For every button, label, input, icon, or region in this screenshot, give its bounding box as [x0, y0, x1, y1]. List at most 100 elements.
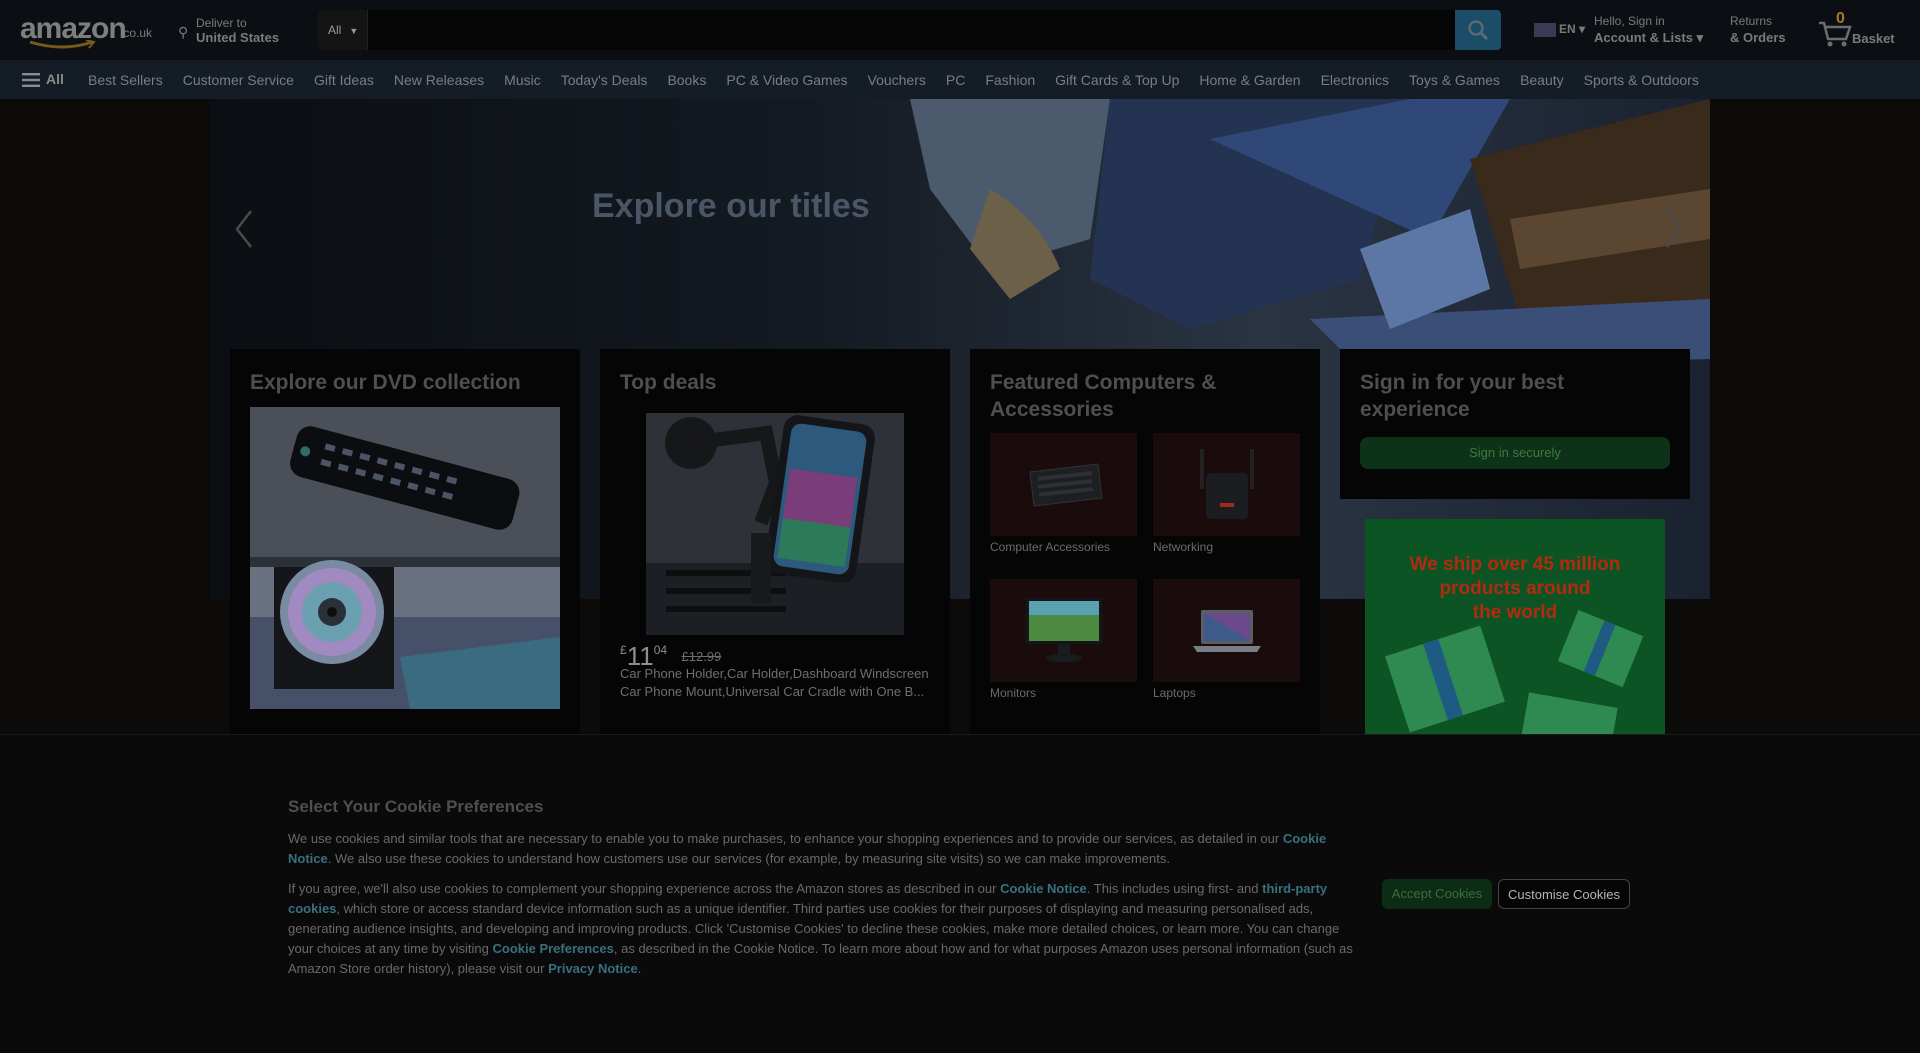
chevron-down-icon: ▾ [1696, 30, 1704, 45]
cookie-preferences-link[interactable]: Cookie Preferences [492, 941, 613, 956]
language-selector[interactable]: EN ▾ [1534, 22, 1585, 37]
carousel-prev-button[interactable] [226, 199, 262, 259]
search-category-label: All [328, 23, 342, 37]
tile-laptops[interactable]: Laptops [1153, 579, 1300, 700]
search-category-select[interactable]: All ▼ [318, 10, 368, 50]
cookie-text: . This includes using first- and [1086, 881, 1263, 896]
search-button[interactable] [1455, 10, 1501, 50]
customise-cookies-button[interactable]: Customise Cookies [1498, 879, 1630, 909]
account-greeting: Hello, Sign in [1594, 14, 1665, 28]
nav-item-beauty[interactable]: Beauty [1520, 72, 1564, 88]
hamburger-icon [22, 73, 40, 88]
dvd-remote-image [250, 407, 560, 709]
nav-item-todays-deals[interactable]: Today's Deals [561, 72, 648, 88]
main-nav: All Best Sellers Customer Service Gift I… [0, 60, 1920, 99]
keyboard-icon [990, 433, 1137, 536]
chevron-down-icon: ▾ [1579, 22, 1586, 36]
cookie-text: . We also use these cookies to understan… [327, 851, 1170, 866]
nav-item-best-sellers[interactable]: Best Sellers [88, 72, 163, 88]
logo-tld: .co.uk [120, 26, 153, 40]
privacy-notice-link[interactable]: Privacy Notice [548, 961, 638, 976]
basket[interactable]: 0 Basket [1818, 10, 1918, 50]
chevron-right-icon [1666, 210, 1683, 248]
nav-item-gift-cards[interactable]: Gift Cards & Top Up [1055, 72, 1179, 88]
flag-icon [1534, 22, 1556, 37]
boxes-illustration [1385, 609, 1644, 734]
router-icon [1153, 433, 1300, 536]
monitor-icon [990, 579, 1137, 682]
chevron-down-icon: ▼ [349, 26, 359, 36]
cookie-text: . [637, 961, 642, 976]
phone-holder-image [646, 413, 904, 635]
nav-item-home-garden[interactable]: Home & Garden [1199, 72, 1300, 88]
accept-cookies-button[interactable]: Accept Cookies [1382, 879, 1492, 909]
sign-in-button[interactable]: Sign in securely [1360, 437, 1670, 469]
carousel-next-button[interactable] [1656, 199, 1692, 259]
cookie-text-block: Select Your Cookie Preferences We use co… [288, 797, 1353, 989]
nav-item-toys-games[interactable]: Toys & Games [1409, 72, 1500, 88]
tile-label: Networking [1153, 540, 1214, 554]
laptop-icon [1153, 579, 1300, 682]
nav-item-customer-service[interactable]: Customer Service [183, 72, 294, 88]
search-icon [1468, 20, 1489, 41]
location-pin-icon: ⚲ [178, 24, 189, 40]
nav-item-fashion[interactable]: Fashion [985, 72, 1035, 88]
all-menu-button[interactable]: All [22, 60, 64, 99]
computers-card-title[interactable]: Featured Computers & Accessories [990, 369, 1300, 423]
featured-computers-card: Featured Computers & Accessories Compute… [970, 349, 1320, 734]
language-label: EN [1559, 22, 1576, 36]
top-deals-card: Top deals £1104 £12.99 Car Phone Holder,… [600, 349, 950, 734]
chevron-left-icon [235, 210, 252, 248]
dvd-collection-image[interactable] [250, 407, 560, 709]
returns-orders[interactable]: Returns & Orders [1730, 14, 1786, 45]
nav-item-pc[interactable]: PC [946, 72, 965, 88]
tile-computer-accessories[interactable]: Computer Accessories [990, 433, 1137, 554]
nav-item-vouchers[interactable]: Vouchers [868, 72, 926, 88]
all-menu-label: All [46, 71, 64, 87]
tile-label: Computer Accessories [990, 540, 1111, 554]
tile-label: Laptops [1153, 686, 1196, 700]
hero-title: Explore our titles [592, 187, 870, 225]
top-header: amazon .co.uk ⚲ Deliver to United States… [0, 0, 1920, 60]
nav-item-music[interactable]: Music [504, 72, 541, 88]
amazon-logo[interactable]: amazon .co.uk [20, 10, 160, 50]
cookie-text: If you agree, we'll also use cookies to … [288, 881, 1001, 896]
shipping-promo-banner[interactable]: We ship over 45 million products around … [1365, 519, 1665, 734]
tile-networking[interactable]: Networking [1153, 433, 1300, 554]
search-input[interactable] [369, 10, 1449, 50]
cookie-notice-link[interactable]: Cookie Notice [1000, 881, 1087, 896]
basket-label: Basket [1852, 31, 1895, 46]
nav-item-gift-ideas[interactable]: Gift Ideas [314, 72, 374, 88]
nav-item-electronics[interactable]: Electronics [1321, 72, 1389, 88]
cookie-text: We use cookies and similar tools that ar… [288, 831, 1283, 846]
search-bar: All ▼ [318, 10, 1501, 50]
cart-icon [1819, 21, 1852, 47]
sign-in-title: Sign in for your best experience [1360, 371, 1565, 421]
car-phone-holder-image[interactable] [646, 413, 904, 635]
top-deals-title[interactable]: Top deals [620, 369, 930, 396]
tile-label: Monitors [990, 686, 1037, 700]
nav-item-pc-video-games[interactable]: PC & Video Games [726, 72, 847, 88]
price-old: £12.99 [681, 649, 722, 664]
dvd-card-title[interactable]: Explore our DVD collection [250, 369, 560, 396]
deliver-label: Deliver to [196, 16, 247, 30]
nav-links: Best Sellers Customer Service Gift Ideas… [88, 60, 1699, 99]
cookie-paragraph-2: If you agree, we'll also use cookies to … [288, 879, 1353, 979]
sign-in-card: Sign in for your best experience Sign in… [1340, 349, 1690, 499]
nav-item-new-releases[interactable]: New Releases [394, 72, 484, 88]
nav-item-sports-outdoors[interactable]: Sports & Outdoors [1584, 72, 1699, 88]
logo-smile-icon [29, 40, 96, 49]
price-currency: £ [620, 643, 627, 657]
deal-product-title[interactable]: Car Phone Holder,Car Holder,Dashboard Wi… [620, 665, 932, 701]
account-lists-label: Account & Lists [1594, 30, 1693, 45]
account-menu[interactable]: Hello, Sign in Account & Lists ▾ [1594, 14, 1703, 46]
cookie-paragraph-1: We use cookies and similar tools that ar… [288, 829, 1353, 869]
orders-label: & Orders [1730, 30, 1786, 45]
dvd-collection-card: Explore our DVD collection [230, 349, 580, 734]
returns-label: Returns [1730, 14, 1773, 28]
price-fraction: 04 [653, 643, 668, 657]
cookie-title: Select Your Cookie Preferences [288, 797, 544, 816]
tile-monitors[interactable]: Monitors [990, 579, 1137, 700]
nav-item-books[interactable]: Books [667, 72, 706, 88]
cookie-consent-panel: Select Your Cookie Preferences We use co… [0, 734, 1920, 1053]
